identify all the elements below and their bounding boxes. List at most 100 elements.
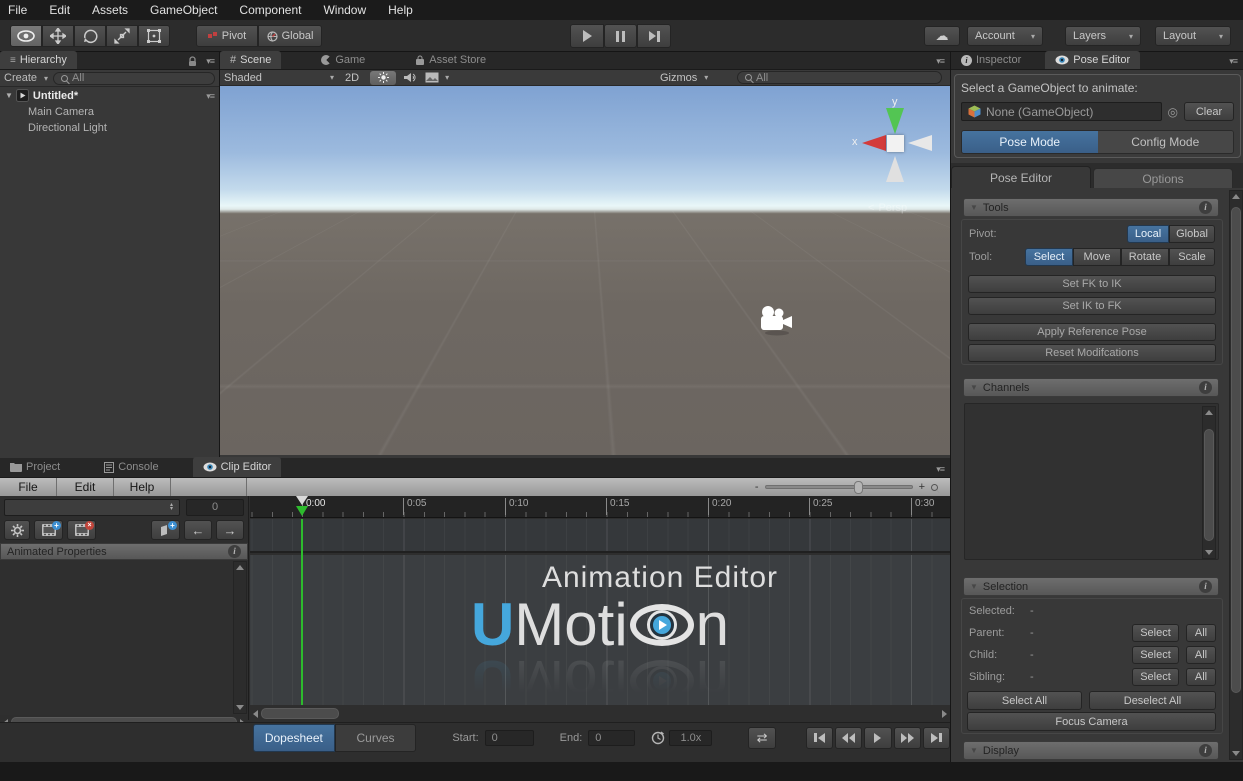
rect-tool-button[interactable] [138,25,170,47]
menu-edit[interactable]: Edit [49,3,70,17]
create-dropdown[interactable]: Create▾ [4,72,48,84]
tool-move-button[interactable]: Move [1073,248,1121,266]
scroll-thumb[interactable] [261,708,339,719]
tab-clip-editor[interactable]: Clip Editor [193,457,282,477]
info-icon[interactable]: i [1199,381,1212,394]
set-ik-to-fk-button[interactable]: Set IK to FK [968,297,1216,315]
clip-menu-file[interactable]: File [0,478,57,496]
focus-camera-button[interactable]: Focus Camera [967,712,1216,731]
pause-button[interactable] [604,24,637,48]
play-clip-button[interactable] [864,727,891,749]
menu-component[interactable]: Component [239,3,301,17]
settings-button[interactable] [4,520,30,540]
clip-select-dropdown[interactable]: ▴ ▾ [4,499,180,516]
scroll-down-icon[interactable] [236,705,244,710]
select-parent-button[interactable]: Select [1132,624,1179,642]
tab-inspector[interactable]: i Inspector [951,51,1031,69]
display-section-header[interactable]: ▼ Display i [963,741,1219,760]
scroll-thumb[interactable] [1231,207,1241,693]
dopesheet-area[interactable]: Animation Editor UMotin UMotin [250,555,950,705]
hierarchy-item-directional-light[interactable]: Directional Light [0,120,219,136]
add-property-button[interactable]: + [151,520,180,540]
zoom-in-label[interactable]: + [919,481,925,493]
add-clip-button[interactable]: + [34,520,63,540]
go-to-end-button[interactable] [923,727,950,749]
tab-console[interactable]: Console [94,457,168,477]
panel-menu-icon[interactable]: ▾≡ [936,56,944,67]
pivot-toggle-button[interactable]: Pivot [196,25,258,47]
hierarchy-scene-row[interactable]: ▼ Untitled* ▾≡ [0,87,219,104]
x-axis-cone[interactable] [862,135,886,151]
tool-rotate-button[interactable]: Rotate [1121,248,1169,266]
panel-menu-icon[interactable]: ▾≡ [206,91,214,102]
all-child-button[interactable]: All [1186,646,1216,664]
menu-assets[interactable]: Assets [92,3,128,17]
z-axis-cone[interactable] [908,135,932,151]
pivot-global-button[interactable]: Global [1169,225,1215,243]
tab-asset-store[interactable]: Asset Store [405,51,496,69]
apply-reference-pose-button[interactable]: Apply Reference Pose [968,323,1216,341]
account-dropdown[interactable]: Account▾ [967,26,1043,46]
zoom-out-label[interactable]: - [755,481,759,493]
go-to-start-button[interactable] [806,727,833,749]
gizmos-dropdown[interactable]: Gizmos▾ [660,72,708,84]
channels-scrollbar[interactable] [1202,406,1216,559]
delete-clip-button[interactable]: × [67,520,96,540]
clip-menu-edit[interactable]: Edit [57,478,114,496]
animated-properties-list[interactable] [0,560,248,715]
select-all-button[interactable]: Select All [967,691,1082,710]
fast-forward-button[interactable] [894,727,921,749]
tab-pose-editor-inner[interactable]: Pose Editor [951,166,1091,188]
pose-editor-scrollbar[interactable] [1229,190,1243,760]
scroll-down-icon[interactable] [1232,751,1240,756]
scroll-up-icon[interactable] [236,565,244,570]
frame-number-field[interactable]: 0 [186,499,244,516]
audio-toggle[interactable] [402,72,419,83]
rotate-tool-button[interactable] [74,25,106,47]
config-mode-button[interactable]: Config Mode [1098,131,1234,153]
tab-options[interactable]: Options [1093,168,1233,188]
scroll-up-icon[interactable] [1205,410,1213,415]
menu-window[interactable]: Window [323,3,366,17]
all-sibling-button[interactable]: All [1186,668,1216,686]
zoom-slider[interactable] [765,485,913,489]
zoom-slider-thumb[interactable] [854,481,863,494]
channels-section-header[interactable]: ▼ Channels i [963,378,1219,397]
tab-scene[interactable]: # Scene [220,51,281,69]
end-field[interactable]: 0 [588,730,635,746]
search-icon[interactable] [931,484,938,491]
menu-help[interactable]: Help [388,3,413,17]
move-tool-button[interactable] [42,25,74,47]
layout-dropdown[interactable]: Layout▾ [1155,26,1231,46]
foldout-icon[interactable]: ▼ [5,91,13,100]
curves-tab-button[interactable]: Curves [335,724,417,752]
step-button[interactable] [637,24,671,48]
reset-modifications-button[interactable]: Reset Modifcations [968,344,1216,362]
y-axis-cone[interactable] [886,108,904,134]
dopesheet-tab-button[interactable]: Dopesheet [253,724,335,752]
info-icon[interactable]: i [1199,580,1212,593]
scroll-down-icon[interactable] [1205,550,1213,555]
effects-dropdown[interactable]: ▾ [425,72,449,83]
loop-toggle-button[interactable]: ⇄ [748,727,775,749]
next-key-button[interactable]: → [216,520,244,540]
timeline-hscrollbar[interactable] [250,706,950,721]
tab-project[interactable]: Project [0,457,70,477]
lock-icon[interactable] [188,56,197,67]
scroll-thumb[interactable] [1204,429,1214,541]
menu-file[interactable]: File [8,3,27,17]
tools-section-header[interactable]: ▼ Tools i [963,198,1219,217]
shading-mode-dropdown[interactable]: Shaded▾ [224,72,334,84]
pivot-local-button[interactable]: Local [1127,225,1169,243]
gameobject-field[interactable]: None (GameObject) [961,102,1162,121]
clear-button[interactable]: Clear [1184,102,1234,121]
lighting-toggle[interactable] [370,71,396,85]
hierarchy-item-main-camera[interactable]: Main Camera [0,104,219,120]
scroll-up-icon[interactable] [1232,194,1240,199]
panel-menu-icon[interactable]: ▾≡ [206,56,214,67]
set-fk-to-ik-button[interactable]: Set FK to IK [968,275,1216,293]
object-picker-icon[interactable]: ◎ [1168,105,1178,119]
timeline-ruler[interactable]: 0:00 0:05 0:10 0:15 0:20 0:25 0:30 [250,496,950,518]
scene-search-input[interactable]: All [737,71,942,84]
channels-list[interactable] [964,403,1219,560]
